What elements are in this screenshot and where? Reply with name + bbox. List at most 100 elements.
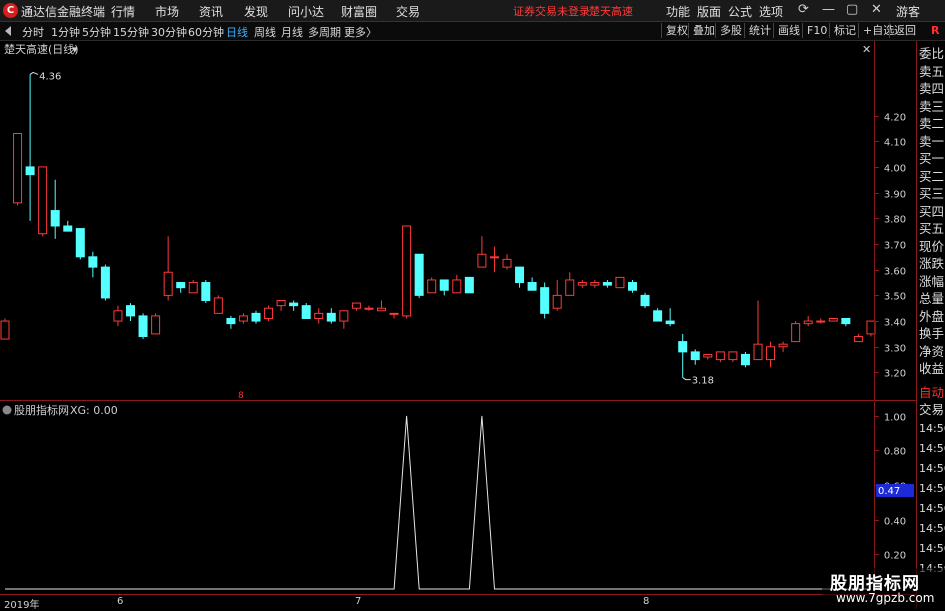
main-ytick-label: 3.20 (884, 369, 906, 380)
tool-multi-stock[interactable]: 多股 (715, 23, 746, 38)
candle-body (866, 320, 876, 335)
side-label: 卖一 (919, 133, 945, 149)
period-more[interactable]: 更多 (344, 24, 366, 40)
menu-market[interactable]: 市场 (155, 3, 179, 20)
menu-market-quotes[interactable]: 行情 (111, 3, 135, 20)
menu-wealth-circle[interactable]: 财富圈 (341, 3, 377, 20)
candle-body (602, 282, 612, 286)
login-notice-link[interactable]: 证券交易未登录 (513, 3, 590, 19)
candle-body (213, 297, 223, 314)
period-weekly[interactable]: 周线 (254, 24, 276, 40)
caret-left-icon[interactable] (5, 26, 11, 36)
candle-body (615, 276, 625, 289)
side-time: 14:56 (919, 542, 945, 555)
candle-body (276, 300, 286, 307)
close-icon[interactable]: ✕ (871, 2, 882, 17)
sub-chevron-icon[interactable] (2, 405, 12, 415)
side-mode-auto: 自动 (919, 385, 945, 400)
candle-body (176, 282, 186, 289)
candle-body (377, 307, 386, 312)
candle-body (301, 305, 311, 319)
side-time: 14:56 (919, 502, 945, 515)
candle-body (665, 320, 675, 325)
candle-body (188, 282, 198, 294)
tool-mark[interactable]: 标记 (829, 23, 860, 38)
menu-discover[interactable]: 发现 (244, 3, 268, 20)
time-axis-label: 6 (117, 596, 124, 607)
stock-name-link[interactable]: 楚天高速 (589, 3, 633, 19)
menu-news[interactable]: 资讯 (199, 3, 223, 20)
tool-statistics[interactable]: 统计 (744, 23, 775, 38)
period-multi[interactable]: 多周期 (308, 24, 341, 40)
period-30min[interactable]: 30分钟 (151, 24, 187, 40)
tool-f10[interactable]: F10 (802, 23, 831, 38)
period-60min[interactable]: 60分钟 (188, 24, 224, 40)
main-chart-title: 楚天高速(日线) (4, 42, 79, 56)
maximize-icon[interactable]: ▢ (846, 2, 858, 17)
candle-body (803, 320, 813, 325)
side-label: 涨跌 (919, 256, 945, 271)
candle-body (653, 310, 663, 322)
side-label: 涨幅 (919, 273, 945, 289)
period-5min[interactable]: 5分钟 (82, 24, 111, 40)
watermark-url: www.7gpzb.com (836, 591, 935, 605)
candle-body (138, 315, 148, 337)
candle-body (464, 276, 474, 294)
period-daily[interactable]: 日线 (226, 24, 248, 40)
side-time: 14:56 (919, 522, 945, 535)
event-marker: 8 (238, 391, 244, 401)
side-label: 卖三 (919, 98, 945, 114)
high-price-label: 4.36 (39, 71, 61, 82)
side-mode-trade: 交易 (919, 402, 945, 417)
candle-body (565, 279, 575, 296)
menu-ask-xiaoda[interactable]: 问小达 (288, 3, 324, 20)
side-label: 收益 (919, 361, 945, 376)
side-time: 14:56 (919, 442, 945, 455)
candlestick-chart[interactable]: 4.20 4.10 4.00 3.90 3.80 3.70 3.60 3.50 3.40 3.30… (0, 41, 916, 401)
candle-body (527, 282, 537, 291)
guest-login[interactable]: 游客 (896, 3, 920, 20)
candle-body (113, 310, 123, 322)
main-ytick-label: 3.50 (884, 292, 906, 303)
time-axis-label: 8 (643, 596, 650, 607)
indicator-chart[interactable]: 1.000.800.600.400.20 股朋指标网 XG: 0.00 0.47 (0, 402, 916, 593)
candle-body (251, 312, 261, 322)
period-intraday[interactable]: 分时 (22, 24, 44, 40)
chevron-right-icon[interactable]: 〉 (366, 24, 377, 40)
refresh-icon[interactable]: ⟳ (798, 2, 809, 17)
candle-body (151, 315, 161, 335)
menu-options[interactable]: 选项 (759, 3, 783, 20)
candle-body (100, 266, 110, 299)
candle-body (201, 282, 211, 302)
menu-layout[interactable]: 版面 (697, 3, 721, 20)
side-label: 卖四 (919, 81, 945, 96)
main-chevron-icon[interactable]: ▾ (72, 43, 78, 56)
candle-body (452, 279, 462, 294)
candle-body (351, 302, 361, 309)
candle-body (238, 315, 248, 322)
side-label: 外盘 (919, 308, 945, 324)
candle-body (703, 353, 713, 358)
tool-draw-line[interactable]: 画线 (773, 23, 804, 38)
minimize-icon[interactable]: — (822, 2, 835, 17)
menu-function[interactable]: 功能 (666, 3, 690, 20)
period-monthly[interactable]: 月线 (281, 24, 303, 40)
low-price-label: 3.18 (692, 376, 714, 387)
side-label: 买四 (919, 203, 945, 219)
candle-body (163, 271, 173, 296)
period-15min[interactable]: 15分钟 (113, 24, 149, 40)
main-ytick-label: 3.90 (884, 190, 906, 201)
candle-body (640, 294, 650, 307)
side-label: 净资 (919, 343, 945, 359)
candle-body (126, 305, 135, 317)
candle-body (314, 312, 324, 319)
side-label: 卖五 (919, 63, 945, 79)
menu-trade[interactable]: 交易 (396, 3, 420, 20)
period-1min[interactable]: 1分钟 (51, 24, 80, 40)
menu-formula[interactable]: 公式 (728, 3, 752, 20)
main-close-icon[interactable]: ✕ (862, 43, 871, 56)
main-ytick-label: 3.40 (884, 318, 906, 329)
candle-body (577, 282, 587, 286)
tool-back[interactable]: 返回 (889, 23, 920, 38)
candle-body (489, 256, 499, 259)
